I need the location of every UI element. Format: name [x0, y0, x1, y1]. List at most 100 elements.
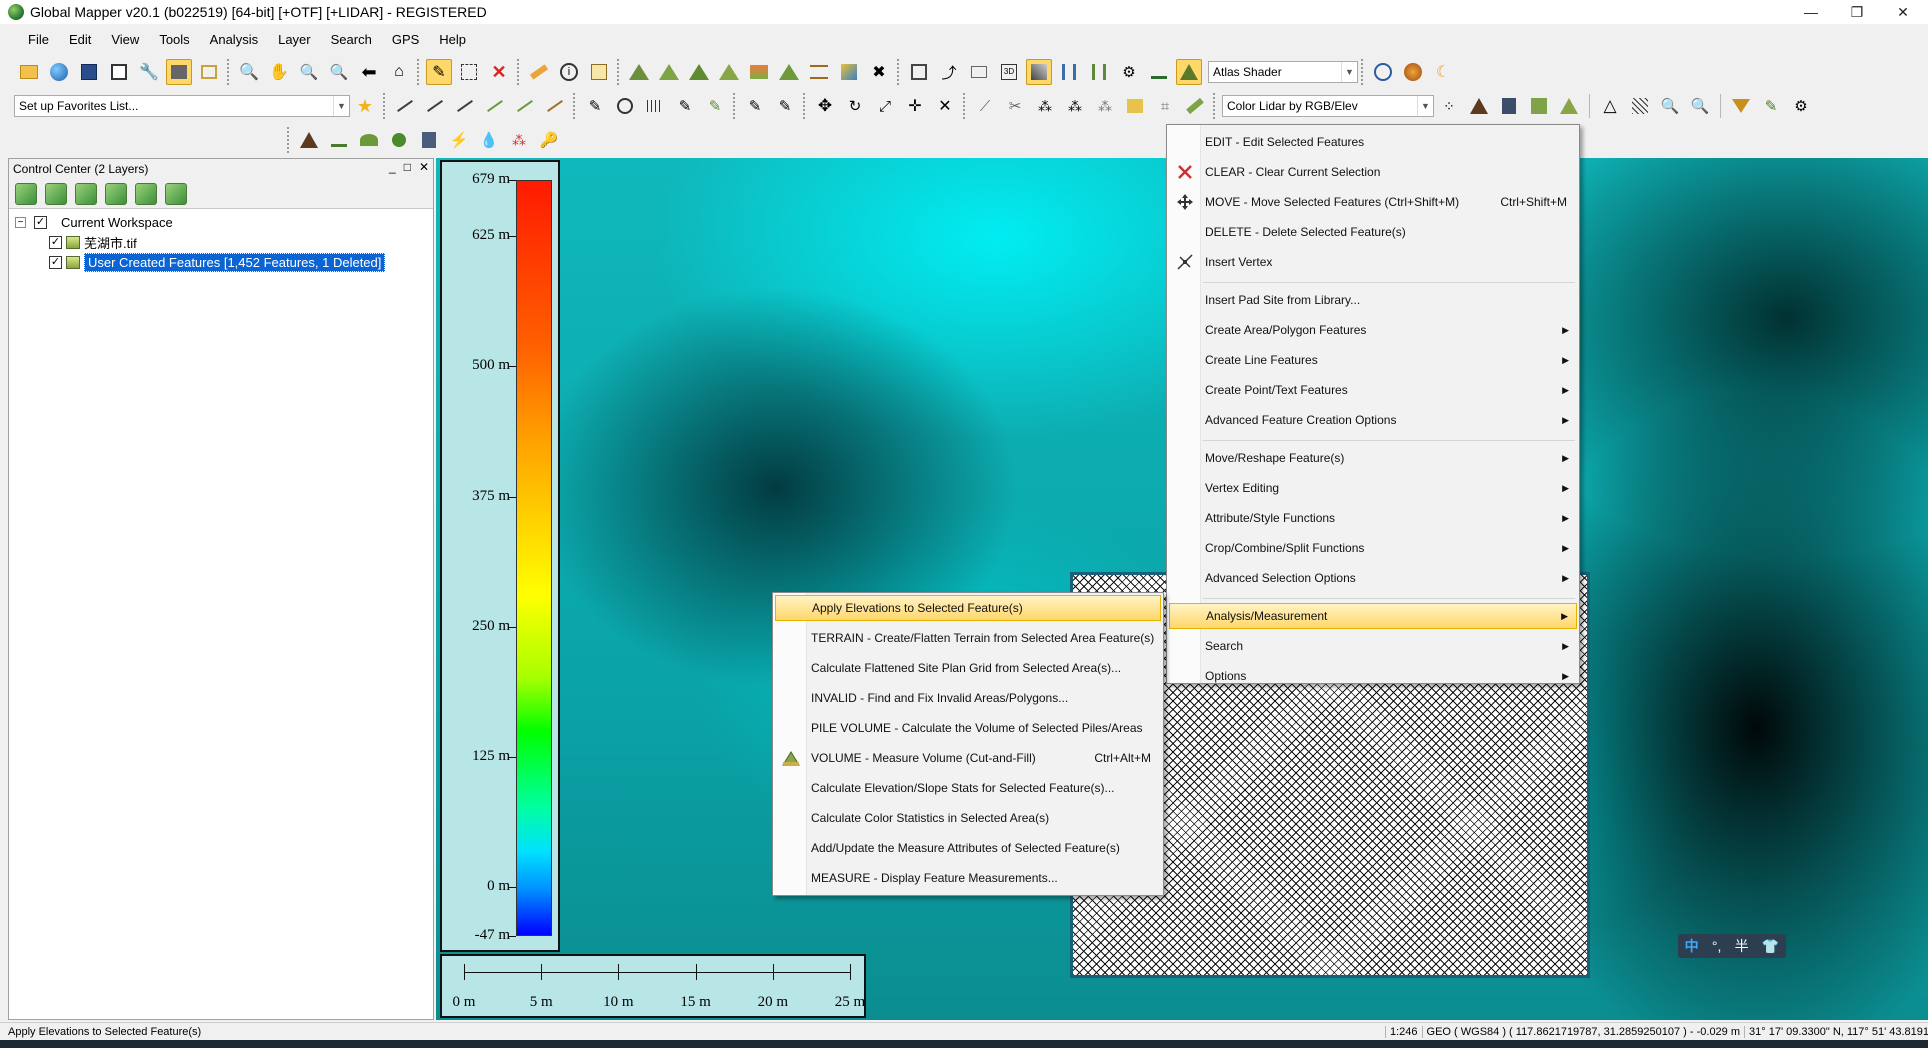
measure-ruler-icon[interactable]	[526, 59, 552, 85]
view-shed-icon[interactable]	[966, 59, 992, 85]
layer-zoom-icon[interactable]	[135, 182, 157, 205]
path-profile-icon[interactable]: ⤴	[936, 59, 962, 85]
ime-skin-icon[interactable]: 👕	[1762, 938, 1779, 955]
panel-close-button[interactable]: ✕	[419, 160, 429, 174]
noise-icon[interactable]: ⁂	[506, 127, 532, 153]
context-menu-item[interactable]: DELETE - Delete Selected Feature(s)	[1169, 219, 1577, 245]
line-tool-3-icon[interactable]	[452, 93, 478, 119]
vertex-tool-2-icon[interactable]: ⁂	[1062, 93, 1088, 119]
submenu-item[interactable]: Calculate Color Statistics in Selected A…	[775, 805, 1161, 831]
lidar-terrain-icon[interactable]	[1466, 93, 1492, 119]
lidar-point-1-icon[interactable]: ⁘	[1436, 93, 1462, 119]
layout-icon[interactable]	[906, 59, 932, 85]
line-tool-5-icon[interactable]	[512, 93, 538, 119]
shader-toggle-icon[interactable]	[1176, 59, 1202, 85]
lidar-search-2-icon[interactable]: 🔍	[1687, 93, 1713, 119]
split-icon[interactable]: ⟋	[972, 93, 998, 119]
close-button[interactable]: ✕	[1880, 0, 1926, 24]
context-menu-item[interactable]: Search ▶	[1169, 633, 1577, 659]
context-menu-item[interactable]: Create Point/Text Features ▶	[1169, 377, 1577, 403]
layer-checkbox[interactable]: ✓	[49, 255, 62, 269]
zoom-select-icon[interactable]: 🔍	[236, 59, 262, 85]
context-menu-item[interactable]: Move/Reshape Feature(s) ▶	[1169, 445, 1577, 471]
context-menu-item[interactable]: Insert Pad Site from Library...	[1169, 287, 1577, 313]
crop-icon[interactable]: ⌗	[1152, 93, 1178, 119]
layer-metadata-icon[interactable]	[105, 182, 127, 205]
select-box-icon[interactable]	[456, 59, 482, 85]
terrain-4-icon[interactable]	[716, 59, 742, 85]
3d-view-icon[interactable]: 3D	[996, 59, 1022, 85]
minimize-button[interactable]: —	[1788, 0, 1834, 24]
insert-vertex-icon[interactable]: ✕	[932, 93, 958, 119]
restore-button[interactable]: ❐	[1834, 0, 1880, 24]
context-menu-item[interactable]: MOVE - Move Selected Features (Ctrl+Shif…	[1169, 189, 1577, 215]
edit-tool-3-icon[interactable]: ✎	[702, 93, 728, 119]
favorites-star-icon[interactable]: ★	[352, 93, 378, 119]
collapse-toggle[interactable]: −	[15, 216, 26, 228]
lidar-tool-4-icon[interactable]	[1146, 59, 1172, 85]
vertex-tool-4-icon[interactable]	[1122, 93, 1148, 119]
edit-tool-2-icon[interactable]: ✎	[672, 93, 698, 119]
ime-toolbar[interactable]: 中 °, 半 👕	[1678, 934, 1786, 958]
submenu-item[interactable]: Calculate Elevation/Slope Stats for Sele…	[775, 775, 1161, 801]
rotate-icon[interactable]: ↻	[842, 93, 868, 119]
shrub-icon[interactable]	[356, 127, 382, 153]
lidar-classify-icon[interactable]	[1526, 93, 1552, 119]
zoom-in-icon[interactable]: 🔍	[296, 59, 322, 85]
move-vertex-icon[interactable]: ✛	[902, 93, 928, 119]
lidar-grid-icon[interactable]	[1627, 93, 1653, 119]
menu-layer[interactable]: Layer	[268, 32, 321, 47]
layer-item[interactable]: ✓ User Created Features [1,452 Features,…	[49, 252, 386, 272]
layer-item[interactable]: ✓ 芜湖市.tif	[49, 233, 137, 251]
lidar-search-icon[interactable]: 🔍	[1657, 93, 1683, 119]
submenu-item[interactable]: Add/Update the Measure Attributes of Sel…	[775, 835, 1161, 861]
control-center-toggle-icon[interactable]	[166, 59, 192, 85]
context-menu-item[interactable]: Insert Vertex	[1169, 249, 1577, 275]
ime-punctuation-toggle[interactable]: °,	[1712, 938, 1722, 954]
submenu-item[interactable]: MEASURE - Display Feature Measurements..…	[775, 865, 1161, 891]
context-menu-item[interactable]: Analysis/Measurement ▶	[1169, 603, 1577, 629]
menu-help[interactable]: Help	[429, 32, 476, 47]
terrain-1-icon[interactable]	[626, 59, 652, 85]
vertex-tool-3-icon[interactable]: ⁂	[1092, 93, 1118, 119]
menu-view[interactable]: View	[101, 32, 149, 47]
lidar-tool-2-icon[interactable]	[1086, 59, 1112, 85]
line-tool-6-icon[interactable]	[542, 93, 568, 119]
favorites-select[interactable]: Set up Favorites List... ▼	[14, 95, 350, 117]
terrain-2-icon[interactable]	[656, 59, 682, 85]
line-tool-1-icon[interactable]	[392, 93, 418, 119]
panel-minimize-button[interactable]: _	[389, 160, 396, 174]
ruler-icon[interactable]	[1182, 93, 1208, 119]
move-arrows-icon[interactable]: ✥	[812, 93, 838, 119]
key-point-icon[interactable]: 🔑	[536, 127, 562, 153]
layer-remove-icon[interactable]	[75, 182, 97, 205]
layer-visibility-icon[interactable]	[165, 182, 187, 205]
menu-analysis[interactable]: Analysis	[200, 32, 268, 47]
cut-icon[interactable]: ✂	[1002, 93, 1028, 119]
context-menu-item[interactable]: EDIT - Edit Selected Features	[1169, 129, 1577, 155]
terrain-3-icon[interactable]	[686, 59, 712, 85]
home-icon[interactable]: ⌂	[386, 59, 412, 85]
edit-tool-1-icon[interactable]: ✎	[582, 93, 608, 119]
lidar-tool-1-icon[interactable]	[1056, 59, 1082, 85]
layer-options-icon[interactable]	[45, 182, 67, 205]
moon-icon[interactable]: ☾	[1430, 59, 1456, 85]
info-icon[interactable]: i	[556, 59, 582, 85]
tree-icon[interactable]	[386, 127, 412, 153]
mountain-icon[interactable]	[296, 127, 322, 153]
triangle-icon[interactable]: △	[1597, 93, 1623, 119]
context-menu-item[interactable]: Crop/Combine/Split Functions ▶	[1169, 535, 1577, 561]
back-arrow-icon[interactable]: ⬅	[356, 59, 382, 85]
digitizer-pencil-icon[interactable]: ✎	[426, 59, 452, 85]
lidar-toggle-icon[interactable]	[1026, 59, 1052, 85]
submenu-item[interactable]: TERRAIN - Create/Flatten Terrain from Se…	[775, 625, 1161, 651]
lidar-building-icon[interactable]	[1496, 93, 1522, 119]
web-globe-icon[interactable]	[1370, 59, 1396, 85]
context-menu-item[interactable]: Advanced Selection Options ▶	[1169, 565, 1577, 591]
context-menu-item[interactable]: Create Area/Polygon Features ▶	[1169, 317, 1577, 343]
context-menu-item[interactable]: Advanced Feature Creation Options ▶	[1169, 407, 1577, 433]
wrench-icon[interactable]: 🔧	[136, 59, 162, 85]
line-tool-2-icon[interactable]	[422, 93, 448, 119]
overview-icon[interactable]	[196, 59, 222, 85]
submenu-item[interactable]: VOLUME - Measure Volume (Cut-and-Fill) Ct…	[775, 745, 1161, 771]
